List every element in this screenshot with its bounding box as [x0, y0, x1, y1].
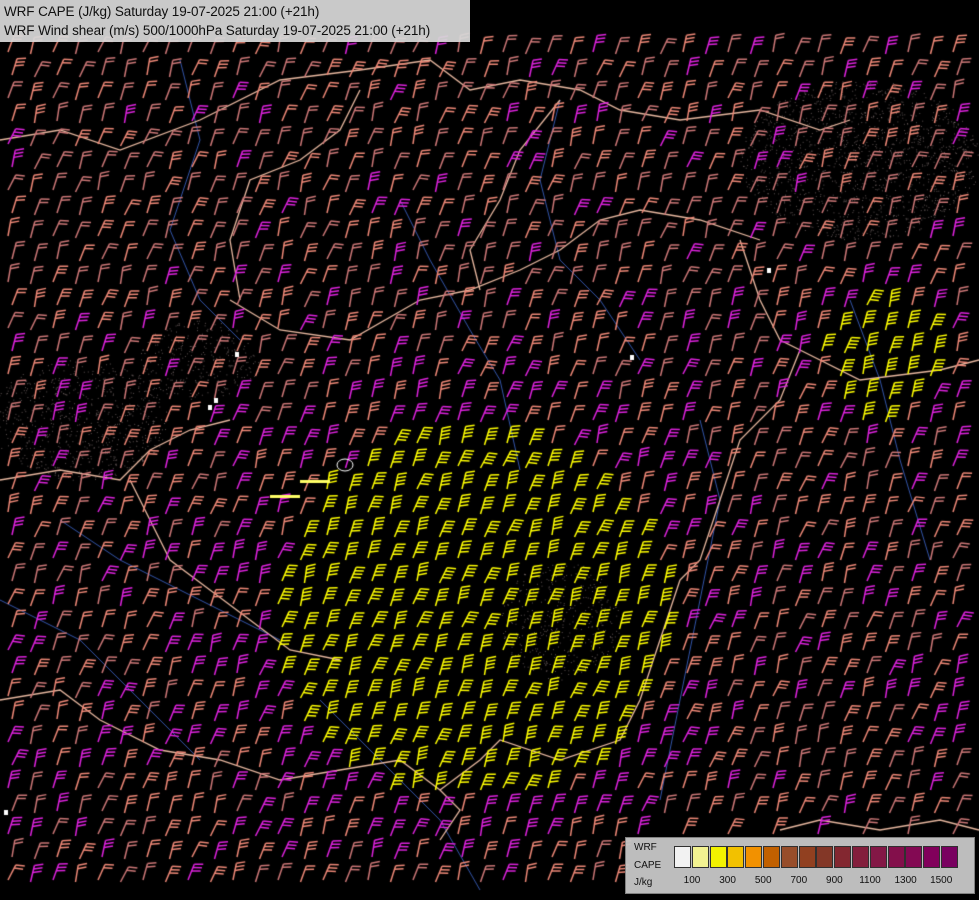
legend-title-units: J/kg: [634, 877, 653, 888]
legend-tick-label: 100: [683, 875, 701, 886]
legend-title-cape: CAPE: [634, 860, 662, 871]
legend-swatch: [745, 846, 763, 868]
legend-swatch: [816, 846, 834, 868]
legend-swatch: [941, 846, 958, 868]
legend-swatch: [852, 846, 869, 868]
legend-tick-label: 1500: [930, 875, 953, 886]
legend-swatch: [780, 846, 798, 868]
legend-swatch: [727, 846, 745, 868]
legend-tick-label: 700: [790, 875, 808, 886]
legend-tick-label: 300: [719, 875, 736, 886]
legend-swatch: [709, 846, 727, 868]
map-title-box: WRF CAPE (J/kg) Saturday 19-07-2025 21:0…: [0, 0, 470, 42]
legend-swatch: [674, 846, 691, 868]
legend-tick-label: 500: [754, 875, 772, 886]
title-cape: WRF CAPE (J/kg) Saturday 19-07-2025 21:0…: [4, 4, 320, 19]
legend-tick-label: 1300: [894, 875, 917, 886]
cape-legend: WRF CAPE J/kg 100 300 500 700 900 1100 1300 150…: [625, 837, 975, 894]
legend-swatch: [887, 846, 905, 868]
legend-swatch: [905, 846, 923, 868]
legend-tick-label: 900: [826, 875, 843, 886]
title-wind-shear: WRF Wind shear (m/s) 500/1000hPa Saturda…: [4, 23, 431, 38]
legend-swatch: [798, 846, 816, 868]
legend-swatch: [923, 846, 941, 868]
cape-shear-map: [0, 0, 979, 900]
legend-title-wrf: WRF: [634, 842, 657, 853]
legend-swatch: [691, 846, 709, 868]
legend-swatch: [763, 846, 780, 868]
legend-swatch: [834, 846, 852, 868]
legend-tick-label: 1100: [859, 875, 881, 886]
legend-swatch: [869, 846, 887, 868]
